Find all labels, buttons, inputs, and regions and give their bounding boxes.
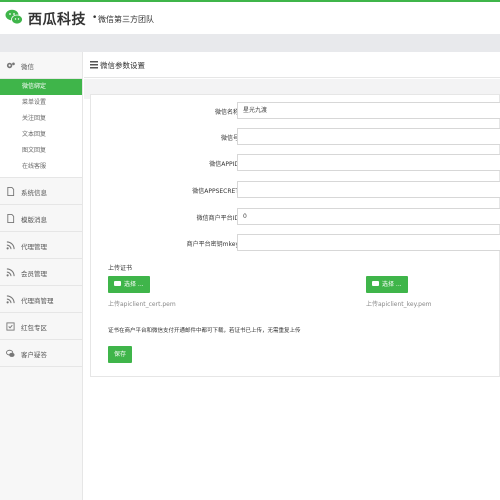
sidebar-item-news-reply[interactable]: 图文回复 — [0, 143, 82, 159]
rss-icon — [6, 268, 15, 277]
wechat-name-input[interactable]: 星光九渡 — [237, 102, 500, 119]
sidebar-item-label: 系统信息 — [21, 189, 47, 197]
sidebar-item-follow-reply[interactable]: 关注回复 — [0, 111, 82, 127]
cert-file-hint: 上传apiclient_cert.pem — [108, 301, 176, 308]
page-title-bar: 微信参数设置 — [84, 52, 500, 78]
brand-name: 西瓜科技 — [28, 12, 86, 28]
wechat-appsecret-input[interactable] — [237, 181, 500, 198]
save-button[interactable]: 保存 — [108, 346, 132, 363]
settings-panel: 微信名称 星光九渡 微信号 微信APPID 微信APPSECRET 微信商户平台… — [90, 94, 500, 377]
header-band — [0, 34, 500, 52]
main-content: 微信参数设置 微信名称 星光九渡 微信号 微信APPID 微信APPSECRET… — [84, 52, 500, 500]
document-icon — [7, 187, 15, 196]
page-title: 微信参数设置 — [100, 61, 145, 70]
merchant-id-label: 微信商户平台ID — [196, 215, 239, 222]
sidebar-item-menu-settings[interactable]: 菜单设置 — [0, 95, 82, 111]
sidebar-item-system-info[interactable]: 系统信息 — [0, 178, 82, 205]
wechat-logo-icon — [5, 9, 23, 25]
wechat-name-label: 微信名称 — [214, 109, 239, 116]
wechat-appid-input[interactable] — [237, 154, 500, 171]
sidebar-item-template-msg[interactable]: 模版消息 — [0, 205, 82, 232]
sidebar-item-label: 客户疑答 — [21, 351, 47, 359]
gear-icon — [6, 62, 15, 69]
wechat-appsecret-label: 微信APPSECRET — [192, 188, 239, 195]
choose-key-button[interactable]: 选择 ... — [366, 276, 408, 293]
folder-open-icon — [114, 281, 121, 286]
sidebar-item-member-manage[interactable]: 会员管理 — [0, 259, 82, 286]
choose-cert-button[interactable]: 选择 ... — [108, 276, 150, 293]
sidebar-group-label: 微信 — [21, 63, 34, 71]
choose-cert-label: 选择 ... — [124, 281, 144, 288]
sidebar-item-online-service[interactable]: 在线客服 — [0, 159, 82, 175]
app-header: 西瓜科技 • 微信第三方团队 — [0, 2, 500, 34]
brand-separator: • — [92, 13, 98, 23]
sidebar-item-dealer-manage[interactable]: 代理商管理 — [0, 286, 82, 313]
merchant-key-input[interactable] — [237, 234, 500, 251]
sidebar-item-label: 模版消息 — [21, 216, 47, 224]
cert-notice: 证书在商户平台和微信支付开通邮件中都可下载，若证书已上传，无需重复上传 — [108, 328, 301, 334]
wechat-id-input[interactable] — [237, 128, 500, 145]
sidebar-item-text-reply[interactable]: 文本回复 — [0, 127, 82, 143]
key-file-hint: 上传apiclient_key.pem — [366, 301, 432, 308]
choose-key-label: 选择 ... — [382, 281, 402, 288]
document-icon — [7, 214, 15, 223]
chat-icon — [6, 349, 15, 357]
sidebar-item-label: 代理管理 — [21, 243, 47, 251]
upload-cert-title: 上传证书 — [108, 265, 133, 272]
list-icon — [90, 61, 98, 69]
sidebar-item-label: 代理商管理 — [21, 297, 54, 305]
sidebar-item-customer-qa[interactable]: 客户疑答 — [0, 340, 82, 367]
merchant-id-input[interactable]: 0 — [237, 208, 500, 225]
brand-tagline: 微信第三方团队 — [98, 15, 154, 24]
folder-open-icon — [372, 281, 379, 286]
sidebar-item-label: 红包专区 — [21, 324, 47, 332]
sidebar-group-wechat[interactable]: 微信 — [0, 52, 82, 79]
sidebar: 微信 微信绑定 菜单设置 关注回复 文本回复 图文回复 在线客服 系统信息 模版… — [0, 52, 83, 500]
merchant-key-label: 商户平台密钥mkey — [186, 241, 239, 248]
sidebar-item-agent-manage[interactable]: 代理管理 — [0, 232, 82, 259]
rss-icon — [6, 241, 15, 250]
sidebar-item-label: 会员管理 — [21, 270, 47, 278]
sidebar-item-wechat-binding[interactable]: 微信绑定 — [0, 79, 82, 95]
sidebar-item-red-packet[interactable]: 红包专区 — [0, 313, 82, 340]
sidebar-submenu-wechat: 微信绑定 菜单设置 关注回复 文本回复 图文回复 在线客服 — [0, 79, 82, 178]
wechat-appid-label: 微信APPID — [209, 161, 239, 168]
rss-icon — [6, 295, 15, 304]
checkbox-icon — [6, 322, 15, 331]
